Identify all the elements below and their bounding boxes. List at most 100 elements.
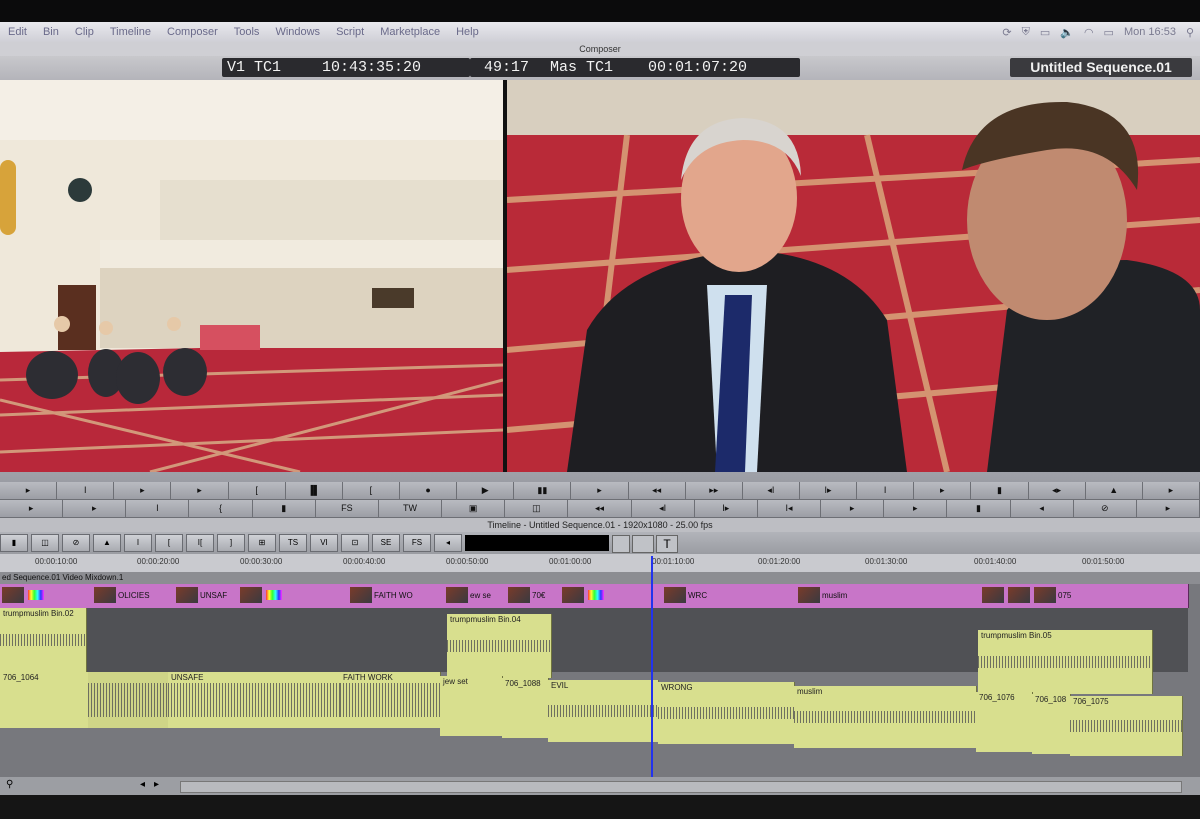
transport-button[interactable]: ▸ [821, 500, 885, 518]
audio-clip[interactable]: EVIL [548, 680, 659, 742]
transport-button[interactable]: FS [315, 500, 379, 518]
transport-button[interactable]: ▸ [1136, 500, 1200, 518]
transport-button[interactable]: ▸ [571, 482, 629, 500]
transport-button[interactable]: I [857, 482, 915, 500]
transport-button[interactable]: I [57, 482, 115, 500]
transport-button[interactable]: ▸ [884, 500, 948, 518]
audio-clip[interactable] [88, 672, 169, 728]
transport-button[interactable]: I▸ [694, 500, 758, 518]
timeline-tool-button[interactable]: VI [310, 534, 338, 552]
transport-button[interactable]: ▸ [0, 500, 64, 518]
timeline-tool-button[interactable]: TS [279, 534, 307, 552]
audio-clip[interactable]: 706_1075 [1070, 696, 1183, 756]
menu-script[interactable]: Script [328, 26, 372, 38]
display-icon[interactable]: ▭ [1040, 26, 1050, 39]
timeline-tool-button[interactable]: FS [403, 534, 431, 552]
menu-bin[interactable]: Bin [35, 26, 67, 38]
transport-button[interactable]: ▸ [914, 482, 972, 500]
transport-button[interactable]: ▣ [442, 500, 506, 518]
timeline-tool-button[interactable]: I[ [186, 534, 214, 552]
audio-clip[interactable]: UNSAFE [168, 672, 341, 728]
search-icon[interactable]: ⚲ [1186, 26, 1194, 39]
transport-button[interactable]: ▲ [1085, 482, 1143, 500]
video-clip[interactable]: FAITH WO [348, 584, 445, 608]
menu-windows[interactable]: Windows [267, 26, 328, 38]
timeline-tool-button[interactable]: ◫ [31, 534, 59, 552]
audio-clip[interactable]: trumpmuslim Bin.05 [978, 630, 1153, 694]
menu-clock[interactable]: Mon 16:53 [1124, 26, 1176, 38]
menu-marketplace[interactable]: Marketplace [372, 26, 448, 38]
video-clip[interactable] [560, 584, 663, 608]
transport-button[interactable]: ◂I [742, 482, 800, 500]
audio-clip[interactable]: 706_1088 [502, 678, 549, 738]
transport-button[interactable]: I▸ [799, 482, 858, 500]
transport-button[interactable]: ◂◂ [568, 500, 632, 518]
transport-button[interactable]: ▸▸ [685, 482, 743, 500]
transport-button[interactable]: ▸ [1142, 482, 1200, 500]
timeline-tool-button[interactable]: ◂ [434, 534, 462, 552]
transport-button[interactable]: ◂I [631, 500, 695, 518]
transport-button[interactable]: ◫ [505, 500, 569, 518]
audio-clip[interactable]: 706_1076 [976, 692, 1033, 752]
timeline-tool-button[interactable]: SE [372, 534, 400, 552]
transport-button[interactable]: ▸ [114, 482, 172, 500]
transport-button[interactable]: ▸ [0, 482, 58, 500]
transport-button[interactable]: ▶ [457, 482, 515, 500]
transport-button[interactable]: ▐▌ [285, 482, 343, 500]
audio-clip[interactable]: 706_108 [1032, 694, 1071, 754]
timeline-menu-button[interactable] [612, 535, 630, 553]
timeline-tool-button[interactable]: ▲ [93, 534, 121, 552]
transport-button[interactable]: ◂ [1010, 500, 1074, 518]
transport-button[interactable]: ▸ [171, 482, 229, 500]
transport-button[interactable]: [ [342, 482, 400, 500]
timeline-tool-button[interactable]: I [124, 534, 152, 552]
transport-button[interactable]: ▮ [252, 500, 316, 518]
transport-button[interactable]: I [126, 500, 190, 518]
wifi-icon[interactable]: ◠ [1084, 26, 1094, 39]
video-clip[interactable]: OLICIES [92, 584, 175, 608]
audio-clip[interactable]: 706_1064 [0, 672, 89, 728]
timeline-scrollbar[interactable] [180, 781, 1182, 793]
timeline-playhead[interactable] [651, 556, 653, 796]
transport-button[interactable]: ◂◂ [628, 482, 686, 500]
shield-icon[interactable]: ⛨ [1022, 26, 1030, 39]
video-clip[interactable]: ew se [444, 584, 507, 608]
timeline-tool-button[interactable]: ] [217, 534, 245, 552]
transport-button[interactable]: ▸ [63, 500, 127, 518]
source-timecode-display[interactable]: V1 TC1 10:43:35:20 [222, 58, 470, 77]
timeline-scroll-strip[interactable] [465, 535, 609, 551]
transport-button[interactable]: ⊘ [1073, 500, 1137, 518]
transport-button[interactable]: ● [399, 482, 458, 500]
menu-clip[interactable]: Clip [67, 26, 102, 38]
audio-clip[interactable]: FAITH WORK [340, 672, 441, 728]
sequence-name[interactable]: Untitled Sequence.01 [1010, 58, 1192, 77]
transport-button[interactable]: I◂ [757, 500, 822, 518]
audio-clip[interactable]: jew set [440, 676, 503, 736]
video-clip[interactable]: UNSAF [174, 584, 239, 608]
scroll-left-icon[interactable]: ◂ [140, 779, 145, 790]
timeline-ruler[interactable]: 00:00:10:00 00:00:20:00 00:00:30:00 00:0… [0, 554, 1200, 572]
video-clip[interactable]: muslim [796, 584, 981, 608]
timeline-tool-button[interactable]: ⊡ [341, 534, 369, 552]
timeline-tracks[interactable]: ed Sequence.01 Video Mixdown.1 OLICIES U… [0, 572, 1200, 777]
menu-help[interactable]: Help [448, 26, 487, 38]
transport-button[interactable]: { [189, 500, 253, 518]
audio-clip[interactable]: muslim [794, 686, 977, 748]
battery-icon[interactable]: ▭ [1104, 26, 1114, 39]
scroll-right-icon[interactable]: ▸ [154, 779, 159, 790]
source-monitor[interactable] [0, 80, 503, 472]
timeline-tool-button[interactable]: ▮ [0, 534, 28, 552]
video-clip[interactable]: WRC [662, 584, 797, 608]
audio-clip[interactable]: WRONG [658, 682, 795, 744]
audio-clip[interactable]: trumpmuslim Bin.04 [447, 614, 552, 678]
transport-button[interactable]: ▮ [971, 482, 1029, 500]
search-icon[interactable]: ⚲ [6, 779, 13, 790]
video-clip[interactable] [238, 584, 349, 608]
record-timecode-display[interactable]: 49:17 Mas TC1 00:01:07:20 [470, 58, 800, 77]
timeline-fast-menu[interactable] [632, 535, 654, 553]
video-clip[interactable] [0, 584, 93, 608]
menu-timeline[interactable]: Timeline [102, 26, 159, 38]
transport-button[interactable]: [ [228, 482, 286, 500]
timeline-tool-button[interactable]: ⊘ [62, 534, 90, 552]
menu-composer[interactable]: Composer [159, 26, 226, 38]
